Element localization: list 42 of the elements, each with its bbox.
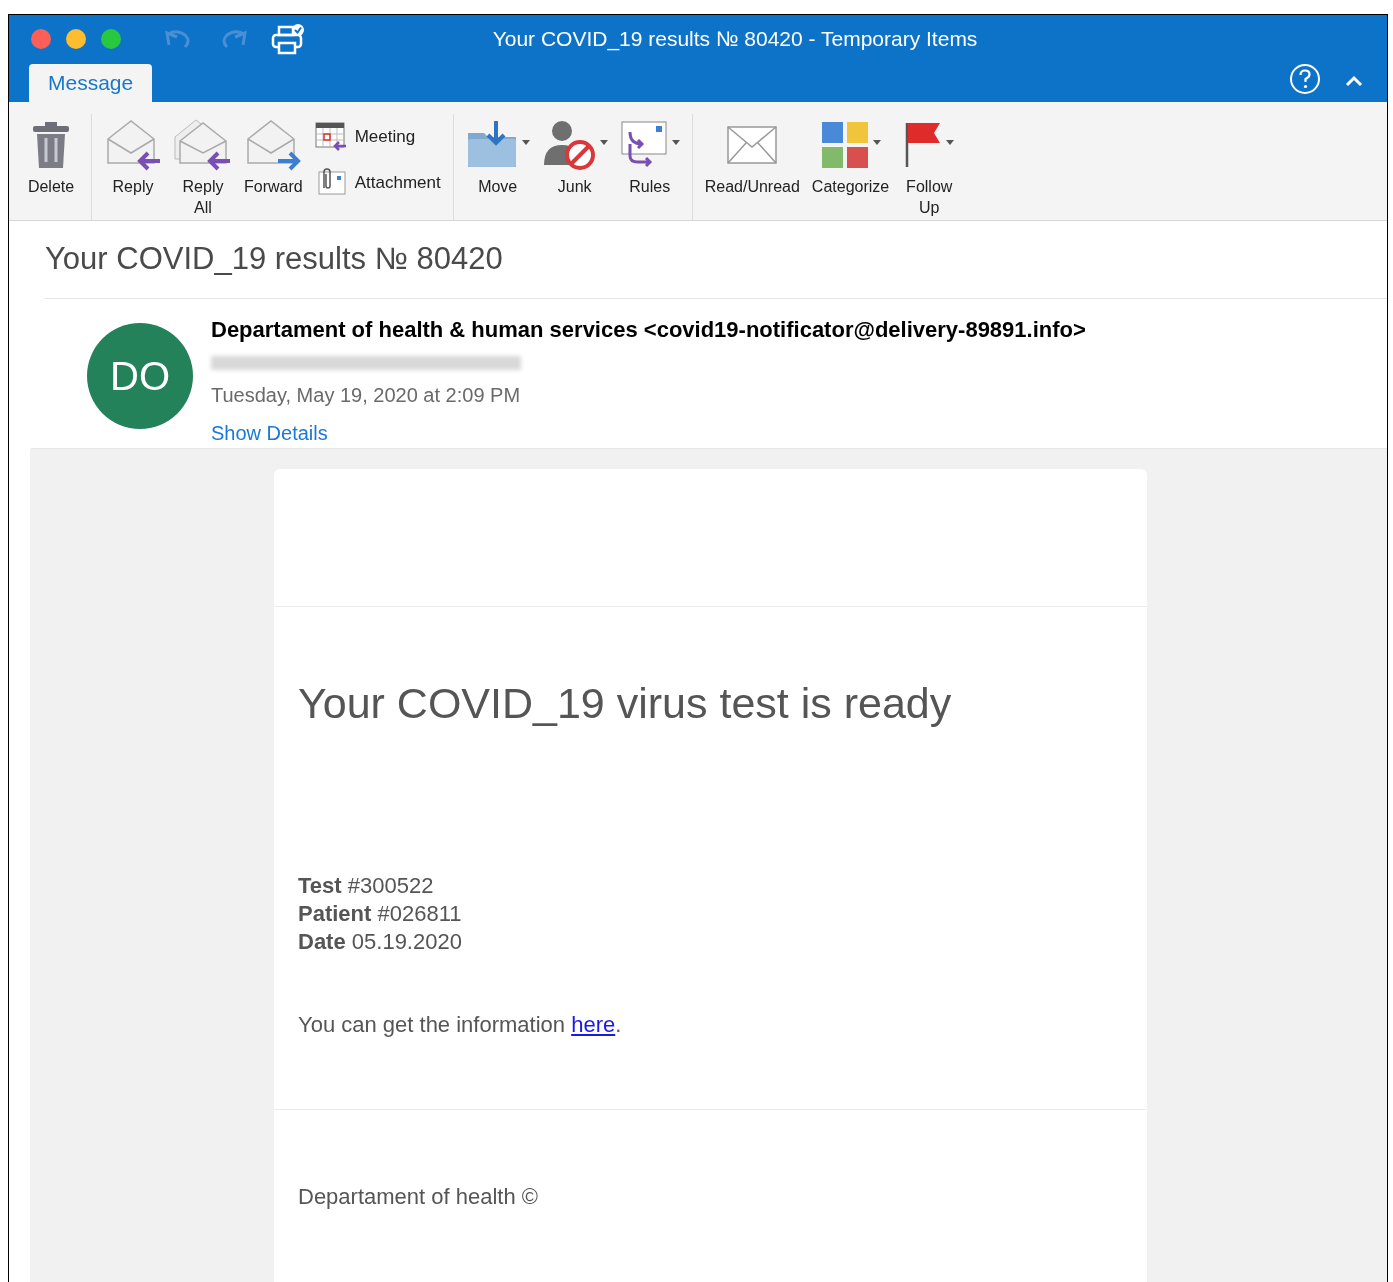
ribbon-button[interactable]: Reply All [174,114,232,218]
window-title: Your COVID_19 results № 80420 - Temporary Items [491,26,979,53]
printer-icon[interactable] [271,23,305,55]
show-details-link[interactable]: Show Details [211,418,1086,448]
sender-avatar: DO [87,323,193,429]
forward-envelope-icon [244,117,303,173]
message-date: Tuesday, May 19, 2020 at 2:09 PM [211,383,522,408]
minimize-button[interactable] [66,29,86,49]
ribbon-button[interactable]: Categorize [811,114,890,197]
ribbon-button[interactable]: Forward [244,114,303,197]
here-link[interactable]: here [571,1011,616,1037]
help-icon[interactable] [1289,63,1321,95]
email-heading: Your COVID_19 virus test is ready [298,678,953,729]
ribbon-button[interactable]: Follow Up [901,114,958,218]
trash-icon [31,120,71,170]
reply-envelope-icon [104,117,162,173]
ribbon-tab[interactable]: Message [29,64,153,102]
info-sentence: You can get the information here. [298,1010,623,1039]
result-field: Date 05.19.2020 [298,927,1147,956]
zoom-button[interactable] [101,29,121,49]
close-button[interactable] [31,29,51,49]
ribbon-button[interactable]: Attachment [314,168,441,198]
person-blocked-icon [541,119,596,171]
result-field: Patient #026811 [298,899,1147,928]
rules-arrows-icon [619,120,668,170]
reply-all-envelope-icon [174,117,232,173]
sender-address: Departament of health & human services <covid19-notificator@delivery-89891.info> [211,316,1086,344]
collapse-ribbon-icon[interactable] [1345,75,1363,87]
envelope-icon [726,125,779,165]
message-subject: Your COVID_19 results № 80420 [45,221,1387,299]
ribbon-button[interactable]: Move [465,114,530,197]
ribbon-button[interactable]: Read/Unread [704,114,800,197]
ribbon-button[interactable]: Reply [104,114,162,197]
flag-icon [904,121,943,169]
ribbon-button[interactable]: Meeting [314,122,441,152]
ribbon-button[interactable]: Delete [23,114,79,197]
email-footer: Departament of health © [298,1179,1147,1213]
color-squares-icon [820,121,869,169]
ribbon-button[interactable]: Rules [619,114,680,197]
ribbon-button[interactable]: Junk [541,114,608,197]
calendar-icon [314,122,347,152]
result-field: Test #300522 [298,871,1147,900]
